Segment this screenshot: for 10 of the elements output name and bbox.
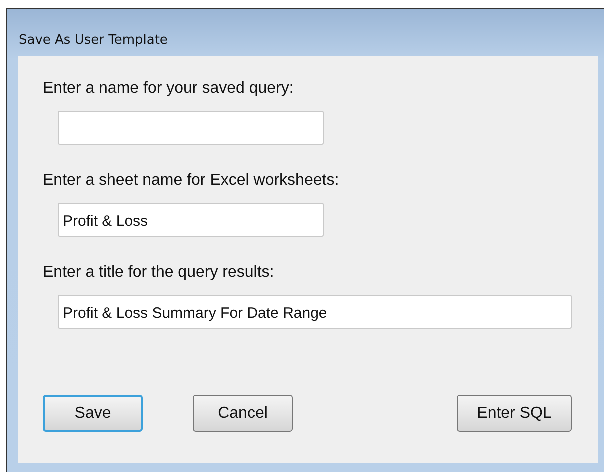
dialog-button[interactable]: Cancel <box>193 395 293 432</box>
field-label: Enter a sheet name for Excel worksheets: <box>43 171 340 191</box>
dialog-button[interactable]: Enter SQL <box>457 395 572 432</box>
text-field[interactable]: Profit & Loss Summary For Date Range <box>58 295 572 329</box>
field-label: Enter a title for the query results: <box>43 263 274 283</box>
text-field[interactable]: Profit & Loss <box>58 203 324 237</box>
default-button[interactable]: Save <box>43 395 143 432</box>
text-field[interactable] <box>58 111 324 145</box>
field-label: Enter a name for your saved query: <box>43 79 294 99</box>
window-title: Save As User Template <box>18 32 168 50</box>
